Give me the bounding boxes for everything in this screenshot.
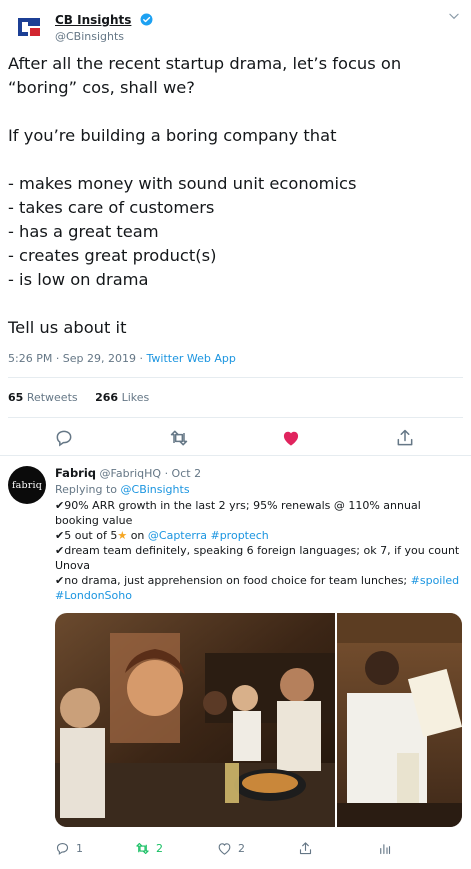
retweet-icon[interactable] bbox=[169, 428, 189, 448]
replying-prefix: Replying to bbox=[55, 483, 121, 496]
reply-line-text: 90% ARR growth in the last 2 yrs; 95% re… bbox=[55, 499, 421, 527]
tweet-text: After all the recent startup drama, let’… bbox=[8, 52, 463, 340]
reply-line: ✔5 out of 5★ on @Capterra #proptech bbox=[55, 528, 463, 543]
tweet-line: - takes care of customers bbox=[8, 198, 215, 217]
chevron-down-icon[interactable] bbox=[447, 9, 461, 23]
retweets-stat[interactable]: 65 Retweets bbox=[8, 391, 78, 404]
tweet-line: - is low on drama bbox=[8, 270, 149, 289]
check-icon: ✔ bbox=[55, 574, 65, 587]
tweet-stats: 65 Retweets 266 Likes bbox=[8, 391, 149, 404]
reply-line-text: on bbox=[127, 529, 148, 542]
reply-photos bbox=[55, 613, 462, 827]
reply-share-button[interactable] bbox=[298, 838, 313, 858]
tweet-line: - creates great product(s) bbox=[8, 246, 217, 265]
tweet-header: CB Insights @CBinsights bbox=[8, 7, 463, 44]
mention-link[interactable]: @Capterra bbox=[148, 529, 207, 542]
like-count: 2 bbox=[238, 841, 245, 855]
retweet-count: 2 bbox=[156, 841, 163, 855]
divider bbox=[8, 377, 463, 378]
check-icon: ✔ bbox=[55, 544, 65, 557]
star-icon: ★ bbox=[117, 529, 128, 542]
divider bbox=[8, 417, 463, 418]
author-handle: @CBinsights bbox=[55, 30, 125, 43]
heart-icon bbox=[218, 842, 231, 855]
tweet-line: After all the recent startup drama, let’… bbox=[8, 54, 402, 73]
reply-line-text: no drama, just apprehension on food choi… bbox=[64, 574, 411, 587]
reply-line-text: 5 out of 5 bbox=[64, 529, 118, 542]
reply-reply-button[interactable]: 1 bbox=[55, 838, 83, 858]
tweet-line: Tell us about it bbox=[8, 318, 127, 337]
share-icon[interactable] bbox=[395, 428, 415, 448]
reply-line-text: dream team definitely, speaking 6 foreig… bbox=[55, 544, 460, 572]
retweets-count: 65 bbox=[8, 391, 24, 404]
reply-like-button[interactable]: 2 bbox=[217, 838, 245, 858]
analytics-icon bbox=[380, 843, 391, 854]
reply-date[interactable]: · Oct 2 bbox=[165, 467, 202, 480]
hashtag-link[interactable]: #proptech bbox=[210, 529, 268, 542]
retweets-label: Retweets bbox=[26, 391, 78, 404]
hashtag-link[interactable]: #spoiled bbox=[411, 574, 460, 587]
tweet-meta: 5:26 PM · Sep 29, 2019 · Twitter Web App bbox=[8, 352, 236, 365]
tweet-actions bbox=[8, 424, 463, 452]
avatar[interactable]: fabriq bbox=[8, 466, 46, 504]
reply-retweet-button[interactable]: 2 bbox=[135, 838, 163, 858]
tweet-author[interactable]: CB Insights @CBinsights bbox=[55, 9, 153, 43]
reply-header: Fabriq @FabriqHQ · Oct 2 bbox=[55, 466, 463, 480]
tweet-timestamp[interactable]: 5:26 PM · Sep 29, 2019 · bbox=[8, 352, 147, 365]
tweet-line: “boring” cos, shall we? bbox=[8, 78, 195, 97]
share-icon bbox=[299, 841, 312, 854]
reply-line: ✔dream team definitely, speaking 6 forei… bbox=[55, 543, 463, 573]
divider bbox=[0, 455, 471, 456]
tweet-source[interactable]: Twitter Web App bbox=[147, 352, 236, 365]
reply-actions: 1 2 2 bbox=[55, 838, 455, 858]
team-photo-2[interactable] bbox=[337, 613, 462, 827]
tweet-line: If you’re building a boring company that bbox=[8, 126, 337, 145]
replying-to: Replying to @CBinsights bbox=[55, 483, 463, 496]
reply-body: Fabriq @FabriqHQ · Oct 2 Replying to @CB… bbox=[55, 466, 463, 603]
team-photo-1[interactable] bbox=[55, 613, 335, 827]
reply-tweet[interactable]: fabriq Fabriq @FabriqHQ · Oct 2 Replying… bbox=[0, 460, 471, 869]
reply-author-handle[interactable]: @FabriqHQ bbox=[100, 467, 162, 480]
reply-analytics-button[interactable] bbox=[377, 838, 392, 858]
replying-to-link[interactable]: @CBinsights bbox=[121, 483, 190, 496]
tweet-line: - makes money with sound unit economics bbox=[8, 174, 357, 193]
verified-icon bbox=[140, 13, 152, 26]
tweet-line: - has a great team bbox=[8, 222, 159, 241]
cb-insights-logo-icon[interactable] bbox=[12, 10, 46, 44]
reply-line: ✔no drama, just apprehension on food cho… bbox=[55, 573, 463, 603]
likes-label: Likes bbox=[121, 391, 150, 404]
reply-line: ✔90% ARR growth in the last 2 yrs; 95% r… bbox=[55, 498, 463, 528]
check-icon: ✔ bbox=[55, 499, 65, 512]
retweet-icon bbox=[136, 842, 149, 854]
reply-author-name[interactable]: Fabriq bbox=[55, 466, 96, 480]
likes-count: 266 bbox=[95, 391, 119, 404]
avatar-text: fabriq bbox=[11, 479, 43, 491]
reply-icon bbox=[56, 842, 69, 855]
reply-text: ✔90% ARR growth in the last 2 yrs; 95% r… bbox=[55, 498, 463, 603]
heart-icon[interactable] bbox=[281, 428, 301, 448]
check-icon: ✔ bbox=[55, 529, 65, 542]
reply-icon[interactable] bbox=[54, 428, 74, 448]
author-name[interactable]: CB Insights bbox=[55, 13, 131, 27]
likes-stat[interactable]: 266 Likes bbox=[95, 391, 149, 404]
reply-count: 1 bbox=[76, 841, 83, 855]
hashtag-link[interactable]: #LondonSoho bbox=[55, 589, 132, 602]
